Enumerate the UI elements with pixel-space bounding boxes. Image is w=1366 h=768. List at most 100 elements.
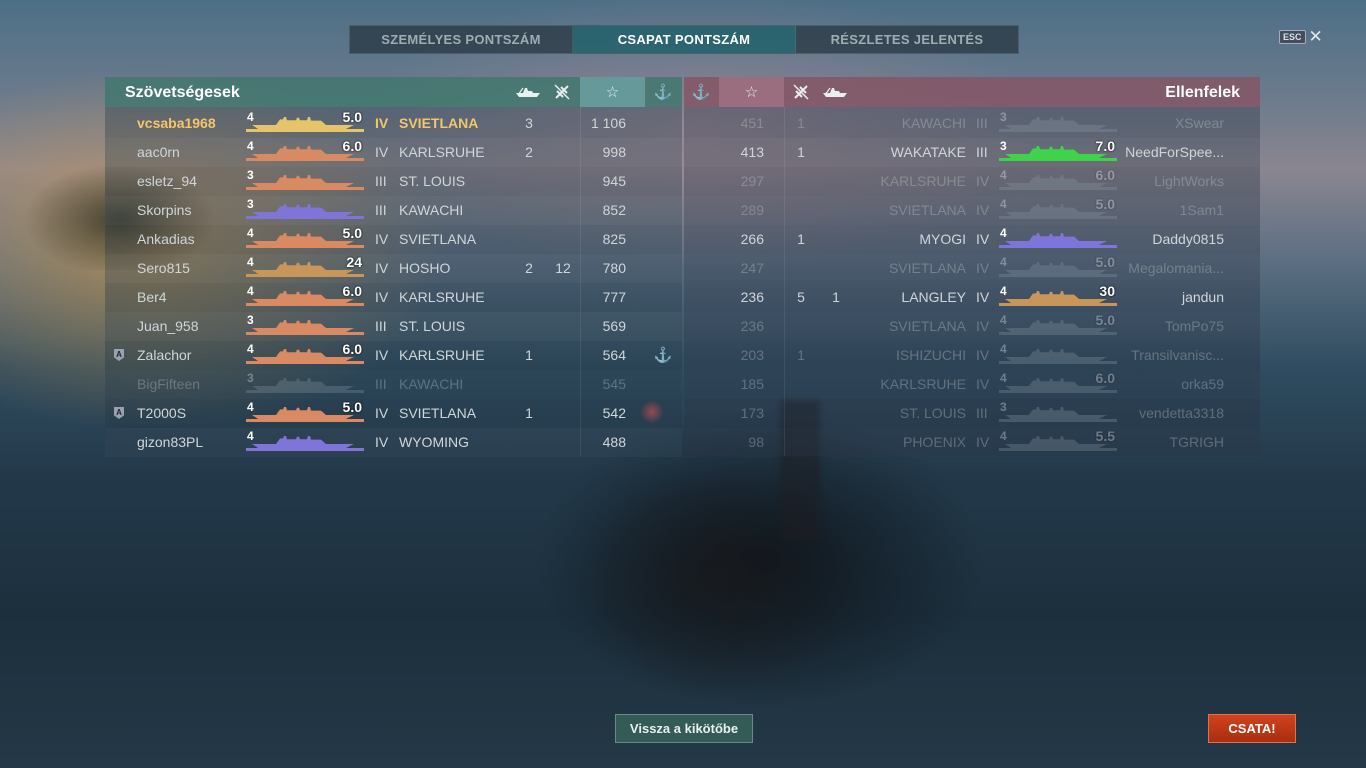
tab-team-score[interactable]: CSAPAT PONTSZÁM xyxy=(573,26,796,53)
ship-tier-roman: IV xyxy=(375,347,389,363)
base-xp: 564 xyxy=(602,347,626,363)
ship-tier: 3 xyxy=(247,168,254,182)
ship-tier: 3 xyxy=(247,313,254,327)
ship-silhouette-icon: 4 24 xyxy=(246,254,364,280)
return-to-port-button[interactable]: Vissza a kikötőbe xyxy=(615,714,753,743)
enemy-row[interactable]: 297 KARLSRUHE IV 4 6.0 LightWorks xyxy=(684,167,1260,196)
enemy-row[interactable]: 289 SVIETLANA IV 4 5.0 1Sam1 xyxy=(684,196,1260,225)
ship-name: ST. LOUIS xyxy=(399,173,466,189)
base-xp: 825 xyxy=(602,231,626,247)
base-xp: 852 xyxy=(602,202,626,218)
ship-bar xyxy=(999,361,1117,364)
tab-detailed-report[interactable]: RÉSZLETES JELENTÉS xyxy=(796,26,1018,53)
enemy-row[interactable]: 185 KARLSRUHE IV 4 6.0 orka59 xyxy=(684,370,1260,399)
base-xp: 542 xyxy=(602,405,626,421)
ship-tier-roman: IV xyxy=(375,231,389,247)
ship-kills xyxy=(513,370,545,399)
plane-kills: 12 xyxy=(555,260,571,276)
ship-tier: 4 xyxy=(247,226,254,240)
ship-silhouette-icon: 4 xyxy=(999,342,1117,367)
close-icon[interactable]: ✕ xyxy=(1309,28,1323,45)
ship-name: KARLSRUHE xyxy=(880,376,966,392)
ship-name: SVIETLANA xyxy=(888,260,966,276)
ship-score: 6.0 xyxy=(1095,167,1115,183)
ally-row[interactable]: gizon83PL 4 IV WYOMING 488 xyxy=(105,428,682,457)
ship-tier: 3 xyxy=(1000,110,1007,124)
enemy-row[interactable]: 203 1 ISHIZUCHI IV 4 Transilvanisc... xyxy=(684,341,1260,370)
ship-silhouette-icon: 4 5.0 xyxy=(246,399,364,425)
ally-row[interactable]: Juan_958 3 III ST. LOUIS 569 xyxy=(105,312,682,341)
ship-tier: 4 xyxy=(1000,255,1007,269)
ship-tier: 4 xyxy=(1000,342,1007,356)
ally-row[interactable]: aac0rn 4 6.0 IV KARLSRUHE 2 998 xyxy=(105,138,682,167)
player-name: Daddy0815 xyxy=(1152,231,1224,247)
enemy-row[interactable]: 98 PHOENIX IV 4 5.5 TGRIGH xyxy=(684,428,1260,457)
ally-row[interactable]: A Zalachor 4 6.0 IV KARLSRUHE 1 564 ⚓ xyxy=(105,341,682,370)
star-icon: ☆ xyxy=(580,77,645,107)
player-name: gizon83PL xyxy=(137,434,204,450)
enemy-row[interactable]: 266 1 MYOGI IV 4 Daddy0815 xyxy=(684,225,1260,254)
enemy-row[interactable]: 236 SVIETLANA IV 4 5.0 TomPo75 xyxy=(684,312,1260,341)
ally-row[interactable]: Ber4 4 6.0 IV KARLSRUHE 777 xyxy=(105,283,682,312)
allies-panel: Szövetségesek ☆ ⚓ vcsaba1968 4 5.0 IV SVIETL… xyxy=(105,77,682,456)
ship-score: 6.0 xyxy=(1095,370,1115,386)
ally-row[interactable]: Sero815 4 24 IV HOSHO 2 12 780 xyxy=(105,254,682,283)
tab-personal-score[interactable]: SZEMÉLYES PONTSZÁM xyxy=(350,26,573,53)
enemy-row[interactable]: 173 ST. LOUIS III 3 vendetta3318 xyxy=(684,399,1260,428)
plane-kills xyxy=(547,370,579,399)
enemies-panel: ⚓ ☆ Ellenfelek 451 1 KAWACHI III 3 XSwear 413 1… xyxy=(684,77,1260,456)
plane-kills xyxy=(547,225,579,254)
plane-kills xyxy=(547,312,579,341)
result-tabs: SZEMÉLYES PONTSZÁM CSAPAT PONTSZÁM RÉSZL… xyxy=(349,25,1019,54)
ship-name: SVIETLANA xyxy=(399,231,477,247)
ship-bar xyxy=(999,274,1117,277)
ship-silhouette-icon: 3 7.0 xyxy=(999,138,1117,164)
ship-silhouette-icon: 3 xyxy=(246,371,364,396)
ship-silhouette-icon: 4 5.5 xyxy=(999,428,1117,454)
ship-tier-roman: IV xyxy=(375,115,389,131)
enemy-row[interactable]: 413 1 WAKATAKE III 3 7.0 NeedForSpee... xyxy=(684,138,1260,167)
plane-kills xyxy=(547,283,579,312)
ship-score: 5.0 xyxy=(342,225,362,241)
ship-tier-roman: III xyxy=(976,405,988,421)
plane-kills xyxy=(819,370,853,399)
ship-tier-roman: IV xyxy=(375,434,389,450)
ship-kills: 1 xyxy=(797,347,805,363)
ship-bar xyxy=(999,303,1117,306)
ship-kills xyxy=(784,428,818,457)
ally-row[interactable]: vcsaba1968 4 5.0 IV SVIETLANA 3 1 106 xyxy=(105,109,682,138)
enemies-header: ⚓ ☆ Ellenfelek xyxy=(684,77,1260,107)
esc-close[interactable]: ESC ✕ xyxy=(1279,28,1323,45)
ship-superstructure xyxy=(1029,349,1079,357)
ally-row[interactable]: Ankadias 4 5.0 IV SVIETLANA 825 xyxy=(105,225,682,254)
player-name: aac0rn xyxy=(137,144,180,160)
ship-silhouette-icon: 4 6.0 xyxy=(999,370,1117,396)
ship-name: SVIETLANA xyxy=(399,405,477,421)
ally-row[interactable]: Skorpins 3 III KAWACHI 852 xyxy=(105,196,682,225)
ally-row[interactable]: esletz_94 3 III ST. LOUIS 945 xyxy=(105,167,682,196)
ship-superstructure xyxy=(1029,320,1079,328)
ship-bar xyxy=(999,448,1117,451)
ship-bar xyxy=(999,332,1117,335)
plane-kills: 1 xyxy=(832,289,840,305)
ship-name: KARLSRUHE xyxy=(399,289,485,305)
ship-tier-roman: IV xyxy=(976,231,990,247)
ally-row[interactable]: A T2000S 4 5.0 IV SVIETLANA 1 542 xyxy=(105,399,682,428)
ship-silhouette-icon: 4 5.0 xyxy=(999,196,1117,222)
ship-superstructure xyxy=(276,262,326,270)
allies-title: Szövetségesek xyxy=(125,84,240,101)
ship-kills: 5 xyxy=(797,289,805,305)
ship-silhouette-icon: 3 xyxy=(246,313,364,338)
ship-kills xyxy=(513,167,545,196)
enemy-row[interactable]: 451 1 KAWACHI III 3 XSwear xyxy=(684,109,1260,138)
ship-bar xyxy=(246,361,364,364)
battle-button[interactable]: CSATA! xyxy=(1208,714,1296,743)
player-name: Megalomania... xyxy=(1128,260,1224,276)
ship-score: 6.0 xyxy=(342,341,362,357)
ship-tier: 3 xyxy=(1000,400,1007,414)
enemy-row[interactable]: 236 5 1 LANGLEY IV 4 30 jandun xyxy=(684,283,1260,312)
ship-kills xyxy=(784,399,818,428)
enemy-row[interactable]: 247 SVIETLANA IV 4 5.0 Megalomania... xyxy=(684,254,1260,283)
ally-row[interactable]: BigFifteen 3 III KAWACHI 545 xyxy=(105,370,682,399)
ship-name: SVIETLANA xyxy=(888,202,966,218)
